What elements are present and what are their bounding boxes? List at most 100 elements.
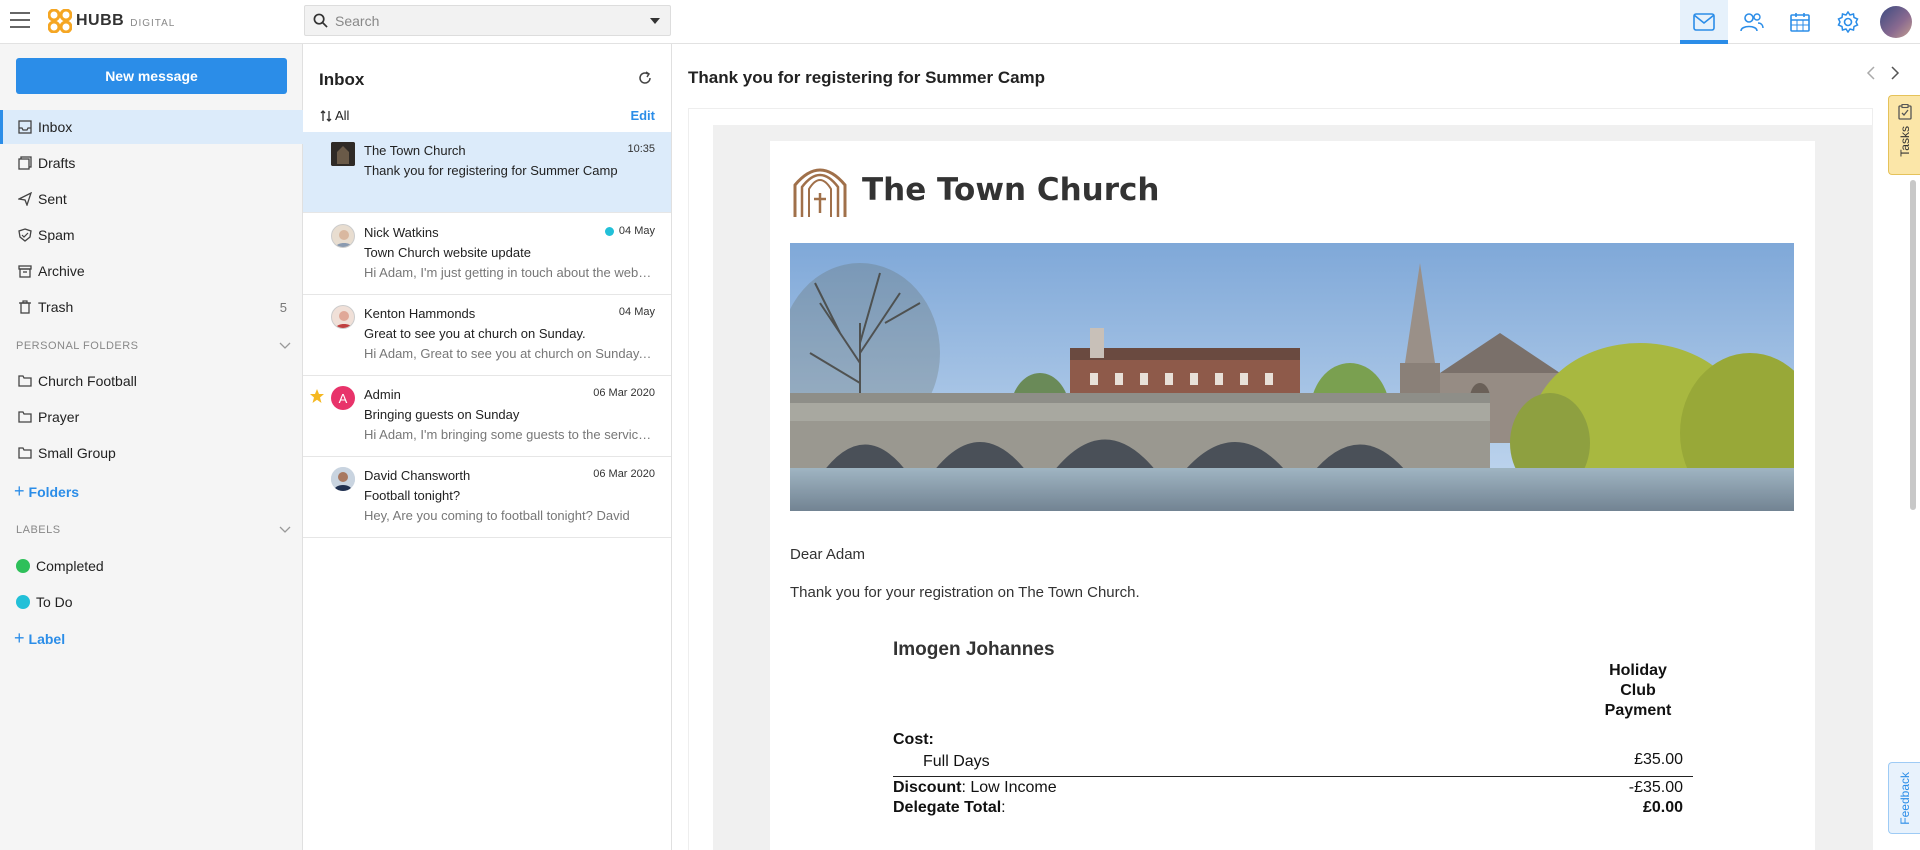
table-divider xyxy=(893,776,1693,777)
inbox-icon xyxy=(16,118,34,136)
calendar-icon[interactable] xyxy=(1776,0,1824,44)
message-date-text: 06 Mar 2020 xyxy=(593,387,655,399)
folder-church-football[interactable]: Church Football xyxy=(0,364,303,398)
contacts-icon[interactable] xyxy=(1728,0,1776,44)
unread-dot xyxy=(604,226,614,236)
reading-pane-scrollbar[interactable] xyxy=(1910,180,1916,510)
sidebar-item-drafts[interactable]: Drafts xyxy=(0,146,303,180)
folder-label: Prayer xyxy=(38,409,80,425)
section-heading-label: PERSONAL FOLDERS xyxy=(16,340,139,352)
plus-icon: + xyxy=(14,628,25,648)
discount-row: Discount: Low Income xyxy=(893,779,1057,797)
total-value: £0.00 xyxy=(1642,799,1683,816)
message-item[interactable]: David Chansworth 06 Mar 2020 Football to… xyxy=(303,457,671,538)
message-nav xyxy=(1866,66,1900,80)
tasks-label: Tasks xyxy=(1897,126,1912,157)
search-input[interactable] xyxy=(335,12,640,29)
message-item[interactable]: Kenton Hammonds 04 May Great to see you … xyxy=(303,295,671,376)
folder-small-group[interactable]: Small Group xyxy=(0,436,303,470)
drafts-icon xyxy=(16,154,34,172)
email-greeting: Dear Adam xyxy=(790,546,866,563)
next-message-icon[interactable] xyxy=(1890,66,1900,80)
logo-text: HUBB xyxy=(76,12,125,29)
message-date: 04 May xyxy=(604,225,655,237)
message-sender: The Town Church xyxy=(364,143,466,158)
sidebar-item-spam[interactable]: Spam xyxy=(0,218,303,252)
message-subject: Great to see you at church on Sunday. xyxy=(364,326,586,341)
sidebar-item-label: Inbox xyxy=(38,119,73,135)
hubb-logo[interactable]: HUBB DIGITAL xyxy=(48,9,175,33)
hubb-logo-icon xyxy=(48,9,72,33)
new-message-button[interactable]: New message xyxy=(16,58,287,94)
sender-avatar xyxy=(331,142,355,166)
sort-toggle[interactable]: All xyxy=(319,108,349,123)
line-item-value: £35.00 xyxy=(1634,751,1683,768)
registrant-name: Imogen Johannes xyxy=(893,639,1055,660)
refresh-icon[interactable] xyxy=(637,70,653,91)
message-sender: David Chansworth xyxy=(364,468,471,483)
sidebar-item-trash[interactable]: Trash 5 xyxy=(0,290,303,324)
labels-heading[interactable]: LABELS xyxy=(16,524,291,536)
message-date: 06 Mar 2020 xyxy=(593,468,655,480)
feedback-label: Feedback xyxy=(1897,771,1912,825)
section-heading-label: LABELS xyxy=(16,524,61,536)
folder-icon xyxy=(16,372,34,390)
search-icon[interactable] xyxy=(305,13,335,28)
sender-avatar xyxy=(331,224,355,248)
sort-icon xyxy=(320,109,332,122)
search-bar xyxy=(304,5,671,36)
sidebar: New message Inbox Drafts Sent Spam Archi… xyxy=(0,44,303,850)
feedback-tab[interactable]: Feedback xyxy=(1888,762,1920,834)
folder-icon xyxy=(16,444,34,462)
settings-icon[interactable] xyxy=(1824,0,1872,44)
email-body-frame: The Town Church Dear Adam Thank you for … xyxy=(688,108,1873,850)
tasks-tab[interactable]: Tasks xyxy=(1888,95,1920,175)
label-to-do[interactable]: To Do xyxy=(0,585,303,619)
discount-type: : Low Income xyxy=(961,779,1057,796)
message-subject: Thank you for registering for Summer Cam… xyxy=(364,163,618,178)
menu-icon[interactable] xyxy=(10,12,30,28)
personal-folders-heading[interactable]: PERSONAL FOLDERS xyxy=(16,340,291,352)
mail-icon[interactable] xyxy=(1680,0,1728,44)
sidebar-item-archive[interactable]: Archive xyxy=(0,254,303,288)
message-item[interactable]: Nick Watkins 04 May Town Church website … xyxy=(303,214,671,295)
message-preview: Hi Adam, Great to see you at church on S… xyxy=(364,346,654,361)
archive-icon xyxy=(16,262,34,280)
sidebar-item-sent[interactable]: Sent xyxy=(0,182,303,216)
add-folder-label: Folders xyxy=(28,483,80,500)
add-label-button[interactable]: + Label xyxy=(14,628,65,649)
message-sender: Kenton Hammonds xyxy=(364,306,476,321)
line-item-label: Full Days xyxy=(923,753,990,770)
label-color-dot xyxy=(16,559,30,573)
reading-pane: Thank you for registering for Summer Cam… xyxy=(672,44,1920,850)
add-folder-button[interactable]: + Folders xyxy=(14,481,79,502)
church-banner-image xyxy=(790,243,1794,511)
search-options-chevron-icon[interactable] xyxy=(640,17,670,24)
label-text: Completed xyxy=(36,558,104,574)
payment-column-heading: Holiday Club Payment xyxy=(1604,662,1672,719)
message-date-text: 04 May xyxy=(618,306,655,318)
star-icon[interactable] xyxy=(309,388,325,409)
church-name: The Town Church xyxy=(862,172,1160,208)
message-preview: Hey, Are you coming to football tonight?… xyxy=(364,508,630,523)
message-sender: Admin xyxy=(364,387,401,402)
previous-message-icon[interactable] xyxy=(1866,66,1876,80)
church-header: The Town Church xyxy=(790,161,1159,219)
label-completed[interactable]: Completed xyxy=(0,549,303,583)
sort-label: All xyxy=(335,108,350,123)
message-subject: Football tonight? xyxy=(364,488,461,503)
sidebar-item-inbox[interactable]: Inbox xyxy=(0,110,303,144)
label-color-dot xyxy=(16,595,30,609)
edit-button[interactable]: Edit xyxy=(630,108,655,123)
message-subject: Bringing guests on Sunday xyxy=(364,407,520,422)
user-avatar[interactable] xyxy=(1872,0,1920,44)
folder-prayer[interactable]: Prayer xyxy=(0,400,303,434)
discount-value: -£35.00 xyxy=(1628,779,1683,796)
message-item[interactable]: The Town Church 10:35 Thank you for regi… xyxy=(303,132,671,213)
message-item[interactable]: A Admin 06 Mar 2020 Bringing guests on S… xyxy=(303,376,671,457)
top-nav-icons xyxy=(1680,0,1920,44)
plus-icon: + xyxy=(14,481,25,501)
message-date-text: 04 May xyxy=(618,225,655,237)
church-logo-icon xyxy=(793,168,847,217)
message-preview: Hi Adam, I'm just getting in touch about… xyxy=(364,265,654,280)
